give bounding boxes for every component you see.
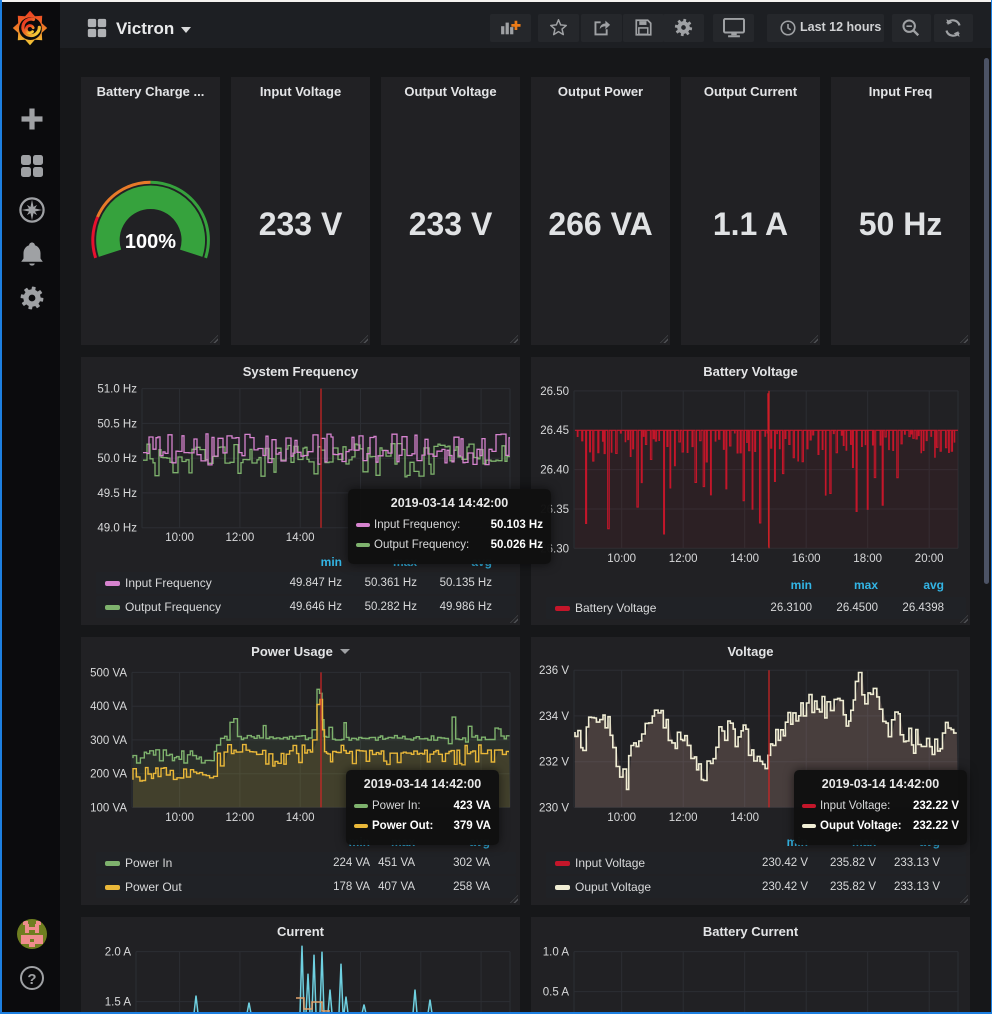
svg-text:26.40: 26.40 — [540, 465, 569, 477]
svg-text:51.0 Hz: 51.0 Hz — [97, 384, 137, 396]
svg-text:2.0 A: 2.0 A — [105, 947, 132, 959]
svg-text:16:00: 16:00 — [792, 553, 821, 565]
svg-text:234 V: 234 V — [539, 711, 569, 723]
svg-text:232 V: 232 V — [539, 757, 569, 769]
svg-text:200 VA: 200 VA — [90, 769, 127, 781]
svg-text:12:00: 12:00 — [226, 812, 255, 824]
svg-text:230 V: 230 V — [539, 802, 569, 814]
svg-text:20:00: 20:00 — [915, 553, 944, 565]
svg-text:1.5 A: 1.5 A — [105, 997, 132, 1009]
svg-text:1.0 A: 1.0 A — [543, 947, 570, 959]
svg-text:14:00: 14:00 — [286, 532, 315, 544]
svg-text:12:00: 12:00 — [669, 812, 698, 824]
svg-text:50.0 Hz: 50.0 Hz — [97, 453, 137, 465]
svg-text:300 VA: 300 VA — [90, 735, 127, 747]
svg-text:12:00: 12:00 — [226, 532, 255, 544]
svg-text:26.50: 26.50 — [540, 386, 569, 398]
svg-text:10:00: 10:00 — [165, 532, 194, 544]
svg-text:18:00: 18:00 — [853, 553, 882, 565]
svg-text:49.0 Hz: 49.0 Hz — [97, 523, 137, 535]
svg-text:14:00: 14:00 — [730, 812, 759, 824]
svg-text:10:00: 10:00 — [165, 812, 194, 824]
svg-text:26.45: 26.45 — [540, 425, 569, 437]
svg-text:14:00: 14:00 — [730, 553, 759, 565]
svg-text:14:00: 14:00 — [286, 812, 315, 824]
svg-text:0.5 A: 0.5 A — [543, 987, 570, 999]
svg-text:400 VA: 400 VA — [90, 701, 127, 713]
svg-text:500 VA: 500 VA — [90, 667, 127, 679]
svg-text:10:00: 10:00 — [607, 812, 636, 824]
svg-text:100 VA: 100 VA — [90, 802, 127, 814]
svg-text:236 V: 236 V — [539, 665, 569, 677]
svg-text:49.5 Hz: 49.5 Hz — [97, 488, 137, 500]
svg-text:10:00: 10:00 — [607, 553, 636, 565]
svg-text:50.5 Hz: 50.5 Hz — [97, 418, 137, 430]
svg-text:12:00: 12:00 — [669, 553, 698, 565]
